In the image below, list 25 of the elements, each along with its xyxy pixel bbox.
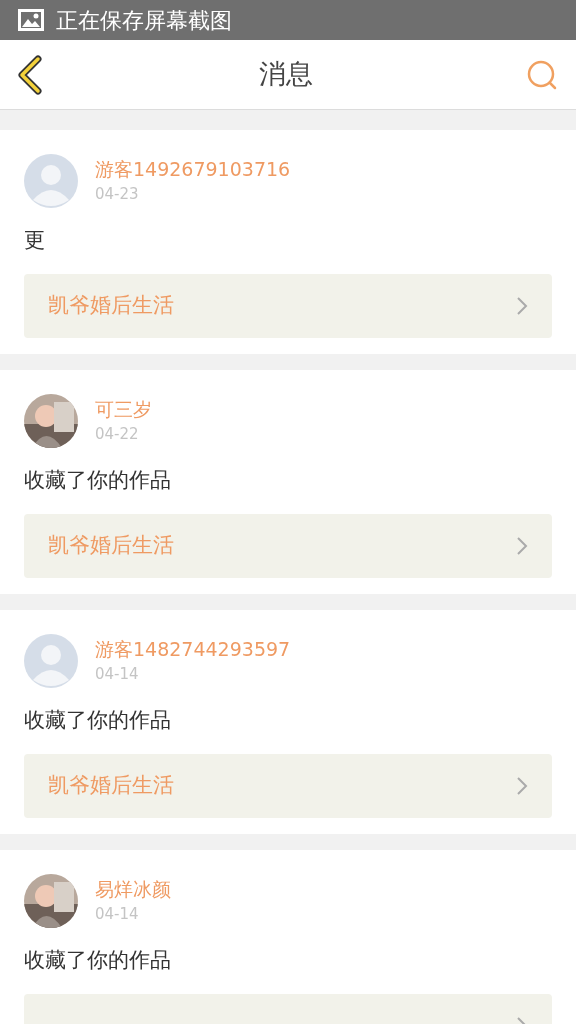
chevron-right-icon — [516, 296, 528, 316]
message-text: 收藏了你的作品 — [24, 467, 172, 494]
status-text: 正在保存屏幕截图 — [56, 6, 232, 35]
message-date: 04-14 — [95, 664, 140, 685]
message-date: 04-22 — [95, 424, 140, 445]
message-date: 04-14 — [95, 904, 140, 925]
work-link[interactable]: 凯爷婚后生活 — [24, 514, 552, 578]
message-text: 收藏了你的作品 — [24, 947, 172, 974]
image-icon — [18, 9, 44, 31]
back-icon — [16, 54, 44, 95]
message-text: 更 — [24, 227, 46, 254]
avatar-icon — [24, 634, 78, 688]
work-link[interactable]: 凯爷婚后生活 — [24, 274, 552, 338]
message-date: 04-23 — [95, 184, 140, 205]
user-name: 游客1492679103716 — [95, 157, 291, 182]
work-link[interactable]: 凯爷婚后生活 — [24, 754, 552, 818]
user-name: 易烊冰颜 — [95, 877, 171, 902]
message-text: 收藏了你的作品 — [24, 707, 172, 734]
chevron-right-icon — [516, 776, 528, 796]
search-icon — [526, 58, 558, 91]
user-name: 游客1482744293597 — [95, 637, 291, 662]
user-name: 可三岁 — [95, 397, 152, 422]
avatar-icon — [24, 154, 78, 208]
chevron-right-icon — [516, 536, 528, 556]
page-title: 消息 — [259, 57, 313, 92]
